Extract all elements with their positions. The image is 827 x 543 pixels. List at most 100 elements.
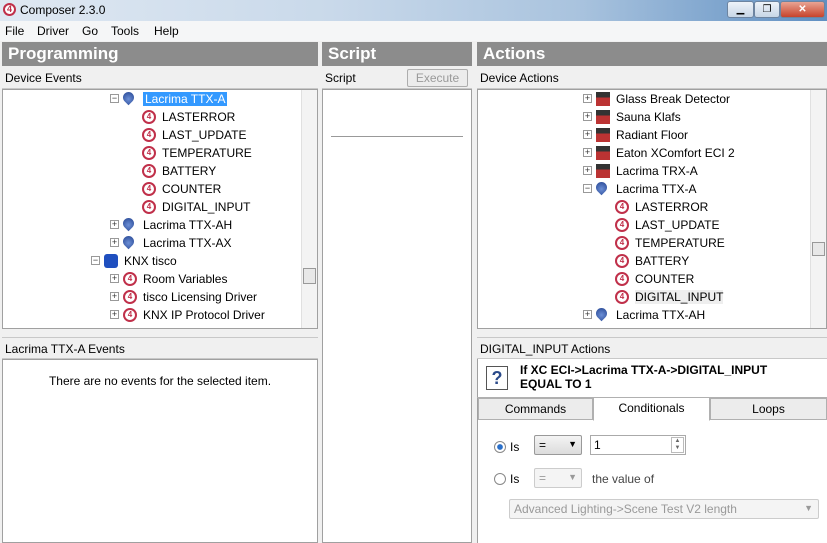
menu-file[interactable]: File [5, 24, 24, 38]
tree-item[interactable]: Glass Break Detector [616, 90, 730, 108]
expander-icon[interactable]: + [583, 148, 592, 157]
tab-loops[interactable]: Loops [710, 398, 827, 420]
condition-line-2: EQUAL TO 1 [520, 377, 592, 391]
expander-icon[interactable]: − [583, 184, 592, 193]
tree-item[interactable]: Lacrima TTX-A [616, 180, 696, 198]
tree-item[interactable]: BATTERY [162, 162, 216, 180]
value-of-label: the value of [592, 472, 655, 486]
expander-icon[interactable]: + [583, 112, 592, 121]
tree-item[interactable]: LASTERROR [635, 198, 708, 216]
chevron-down-icon: ▼ [568, 472, 577, 482]
value-stepper[interactable]: 1 ▲ ▼ [590, 435, 686, 455]
tree-scrollbar[interactable] [810, 90, 826, 328]
is-label-2: Is [510, 472, 520, 486]
value-input[interactable]: 1 [594, 438, 601, 452]
script-panel-title: Script [322, 42, 472, 66]
tree-item[interactable]: Lacrima TTX-AH [143, 216, 232, 234]
menu-tools[interactable]: Tools [111, 24, 139, 38]
tree-item[interactable]: TEMPERATURE [635, 234, 725, 252]
expander-icon[interactable]: − [110, 94, 119, 103]
event-icon: 4 [615, 290, 629, 304]
tree-item-label: Radiant Floor [616, 128, 689, 142]
question-icon: ? [486, 366, 508, 390]
tree-item[interactable]: Lacrima TTX-AH [616, 306, 705, 324]
tree-item[interactable]: DIGITAL_INPUT [162, 198, 250, 216]
device-events-header: Device Events [2, 67, 318, 89]
execute-button[interactable]: Execute [407, 69, 468, 87]
tree-item-label: Lacrima TTX-AH [616, 308, 706, 322]
tab-conditionals[interactable]: Conditionals [593, 397, 710, 421]
tree-item-label: Glass Break Detector [616, 92, 731, 106]
tree-item[interactable]: COUNTER [162, 180, 221, 198]
close-button[interactable]: ✕ [780, 1, 825, 18]
expander-icon[interactable]: + [110, 238, 119, 247]
operator-select[interactable]: = ▼ [534, 435, 582, 455]
title-bar: 4 Composer 2.3.0 ▁ ❐ ✕ [0, 0, 827, 21]
device-events-tree[interactable]: − Lacrima TTX-A 4 LASTERROR 4 LAST_UPDATE 4 TEM… [2, 89, 318, 329]
tree-item[interactable]: Eaton XComfort ECI 2 [616, 144, 735, 162]
tree-item[interactable]: Room Variables [143, 270, 227, 288]
is-variable-radio[interactable] [494, 473, 506, 485]
tab-commands[interactable]: Commands [478, 398, 593, 420]
tree-item[interactable]: Lacrima TTX-A [143, 90, 228, 108]
tree-item[interactable]: KNX tisco [124, 252, 177, 270]
expander-icon[interactable]: + [110, 292, 119, 301]
expander-icon[interactable]: + [110, 310, 119, 319]
tree-item[interactable]: TEMPERATURE [162, 144, 252, 162]
scrollbar-thumb[interactable] [812, 242, 825, 256]
tree-item[interactable]: LAST_UPDATE [162, 126, 246, 144]
event-icon: 4 [142, 128, 156, 142]
maximize-button[interactable]: ❐ [754, 1, 780, 18]
menu-go[interactable]: Go [82, 24, 98, 38]
actions-detail-header: DIGITAL_INPUT Actions [477, 337, 827, 359]
event-icon: 4 [615, 218, 629, 232]
tree-item[interactable]: Lacrima TRX-A [616, 162, 698, 180]
expander-icon[interactable]: − [91, 256, 100, 265]
tree-item-label: Eaton XComfort ECI 2 [616, 146, 735, 160]
expander-icon[interactable]: + [583, 130, 592, 139]
script-editor[interactable] [322, 89, 472, 543]
variable-select[interactable]: Advanced Lighting->Scene Test V2 length ▼ [509, 499, 819, 519]
tree-item-label: TEMPERATURE [635, 236, 725, 250]
empty-events-message: There are no events for the selected ite… [48, 374, 272, 388]
operator-select-2[interactable]: = ▼ [534, 468, 582, 488]
event-icon: 4 [142, 164, 156, 178]
expander-icon[interactable]: + [583, 166, 592, 175]
event-icon: 4 [615, 272, 629, 286]
tree-item-label: KNX IP Protocol Driver [143, 308, 265, 322]
water-drop-icon [120, 215, 137, 232]
tree-item[interactable]: COUNTER [635, 270, 694, 288]
tree-item[interactable]: LAST_UPDATE [635, 216, 719, 234]
tree-item-label: BATTERY [635, 254, 690, 268]
expander-icon[interactable]: + [583, 310, 592, 319]
spin-arrows-icon[interactable]: ▲ ▼ [671, 437, 684, 453]
menu-driver[interactable]: Driver [37, 24, 69, 38]
minimize-button[interactable]: ▁ [727, 1, 754, 18]
menu-help[interactable]: Help [154, 24, 179, 38]
device-actions-tree[interactable]: + Glass Break Detector + Sauna Klafs + Radian… [477, 89, 827, 329]
tree-item[interactable]: BATTERY [635, 252, 689, 270]
tree-item[interactable]: Radiant Floor [616, 126, 688, 144]
tree-item-label: Lacrima TRX-A [616, 164, 698, 178]
window-title: Composer 2.3.0 [20, 3, 106, 17]
condition-summary: If XC ECI->Lacrima TTX-A->DIGITAL_INPUT … [520, 363, 767, 391]
tree-item-label: Lacrima TTX-A [616, 182, 697, 196]
expander-icon[interactable]: + [110, 274, 119, 283]
tree-item[interactable]: tisco Licensing Driver [143, 288, 257, 306]
expander-icon[interactable]: + [110, 220, 119, 229]
tree-item[interactable]: LASTERROR [162, 108, 235, 126]
tree-item[interactable]: DIGITAL_INPUT [635, 288, 724, 306]
tree-item[interactable]: KNX IP Protocol Driver [143, 306, 265, 324]
tree-item[interactable]: Lacrima TTX-AX [143, 234, 231, 252]
expander-icon[interactable]: + [583, 94, 592, 103]
tree-item[interactable]: Sauna Klafs [616, 108, 681, 126]
tree-item-label: COUNTER [635, 272, 695, 286]
event-icon: 4 [615, 236, 629, 250]
tree-item-label: Lacrima TTX-AH [143, 218, 233, 232]
is-value-radio[interactable] [494, 441, 506, 453]
tree-scrollbar[interactable] [301, 90, 317, 328]
scrollbar-thumb[interactable] [303, 268, 316, 284]
tree-item-label: Lacrima TTX-A [143, 92, 228, 106]
events-header: Lacrima TTX-A Events [2, 337, 318, 359]
tree-item-label: BATTERY [162, 164, 217, 178]
